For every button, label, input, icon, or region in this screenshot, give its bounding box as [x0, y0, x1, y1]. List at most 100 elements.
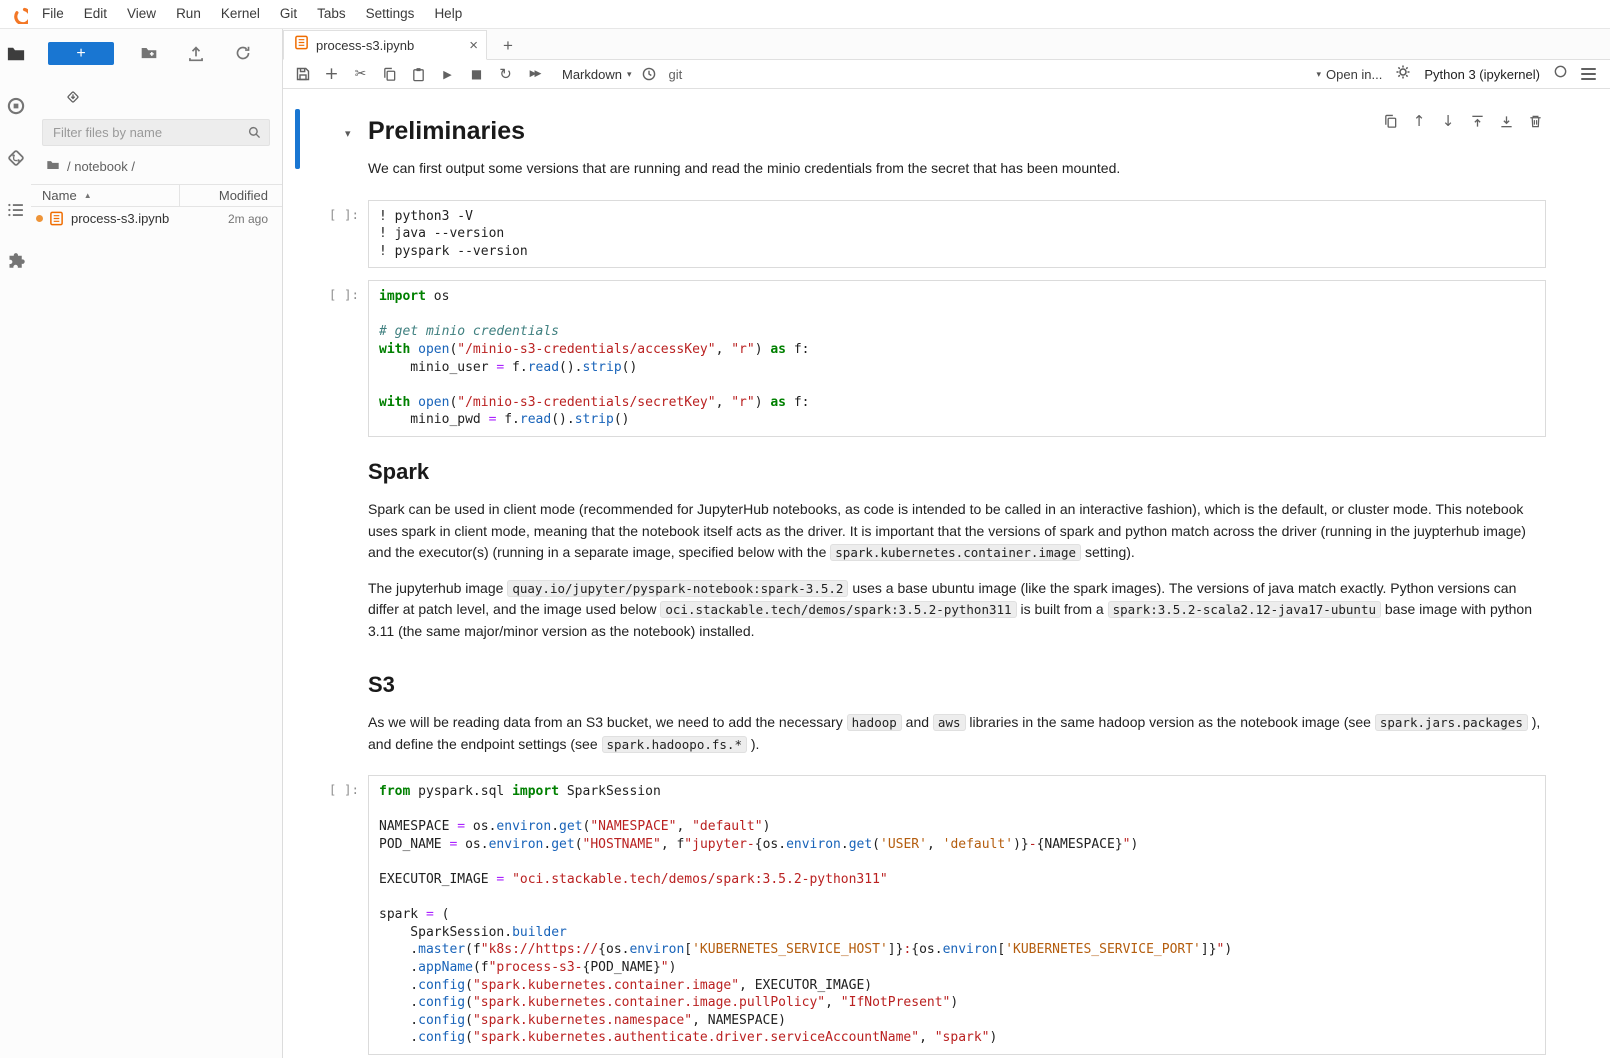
insert-cell-below-icon[interactable] — [1495, 110, 1517, 132]
code-line: .config("spark.kubernetes.authenticate.d… — [379, 1029, 1535, 1047]
duplicate-cell-icon[interactable] — [1379, 110, 1401, 132]
code-line: minio_pwd = f.read().strip() — [379, 411, 1535, 429]
markdown-rendered: SparkSpark can be used in client mode (r… — [368, 449, 1546, 650]
jupyterlab-app: FileEditViewRunKernelGitTabsSettingsHelp… — [0, 0, 1610, 1058]
cell-collapser[interactable] — [295, 109, 300, 169]
code-editor[interactable]: from pyspark.sql import SparkSession NAM… — [368, 775, 1546, 1055]
restart-run-all-icon[interactable]: ▶▶ — [523, 63, 546, 85]
kernel-name[interactable]: Python 3 (ipykernel) — [1424, 67, 1540, 82]
new-tab-button[interactable]: + — [494, 32, 522, 59]
history-clock-icon[interactable] — [638, 63, 661, 85]
collapse-heading-icon[interactable]: ▾ — [345, 127, 351, 140]
code-line: with open("/minio-s3-credentials/accessK… — [379, 341, 1535, 359]
cell-toolbar: ↑ ↓ — [1379, 110, 1546, 132]
git-clone-icon[interactable] — [61, 85, 85, 109]
code-line: .appName(f"process-s3-{POD_NAME}") — [379, 959, 1535, 977]
expand-panel-icon[interactable] — [1581, 68, 1596, 80]
cell-prompt: [ ]: — [283, 207, 359, 222]
column-name[interactable]: Name ▲ — [31, 188, 179, 203]
copy-cells-icon[interactable] — [378, 63, 401, 85]
search-icon — [247, 125, 262, 145]
notebook-cell[interactable]: [ ]: import os # get minio credentialswit… — [283, 274, 1610, 443]
delete-cell-icon[interactable] — [1524, 110, 1546, 132]
file-status-dot — [36, 215, 43, 222]
code-editor[interactable]: import os # get minio credentialswith op… — [368, 280, 1546, 437]
menu-git[interactable]: Git — [270, 0, 307, 28]
toolbar-right-group: ▾ Open in... Python 3 (ipykernel) — [1316, 64, 1596, 85]
restart-kernel-icon[interactable]: ↻ — [494, 63, 517, 85]
table-of-contents-icon[interactable] — [5, 199, 27, 221]
insert-cell-icon[interactable]: + — [320, 63, 343, 85]
file-name: process-s3.ipynb — [71, 211, 228, 226]
upload-icon[interactable] — [184, 41, 208, 65]
move-cell-up-icon[interactable]: ↑ — [1408, 110, 1430, 132]
markdown-heading: S3 — [368, 672, 1546, 698]
move-cell-down-icon[interactable]: ↓ — [1437, 110, 1459, 132]
code-line: spark = ( — [379, 906, 1535, 924]
notebook-toolbar: + ✂ ▶ ■ ↻ ▶▶ Markdown ▾ git ▾ — [283, 60, 1610, 89]
running-sessions-icon[interactable] — [5, 95, 27, 117]
menu-tabs[interactable]: Tabs — [307, 0, 356, 28]
breadcrumb[interactable]: / notebook / — [31, 158, 282, 175]
close-tab-icon[interactable]: × — [469, 38, 478, 53]
file-browser-toolbar-row2 — [31, 85, 282, 101]
menu-edit[interactable]: Edit — [74, 0, 117, 28]
file-browser-tab-icon[interactable] — [5, 43, 27, 65]
paste-cells-icon[interactable] — [407, 63, 430, 85]
column-modified[interactable]: Modified — [179, 185, 282, 206]
code-line: # get minio credentials — [379, 323, 1535, 341]
cut-cells-icon[interactable]: ✂ — [349, 63, 372, 85]
insert-cell-above-icon[interactable] — [1466, 110, 1488, 132]
menu-view[interactable]: View — [117, 0, 166, 28]
refresh-icon[interactable] — [231, 41, 255, 65]
cell-prompt: [ ]: — [283, 287, 359, 302]
tab-process-s3[interactable]: process-s3.ipynb × — [283, 30, 487, 60]
menu-settings[interactable]: Settings — [356, 0, 425, 28]
code-line: .config("spark.kubernetes.namespace", NA… — [379, 1012, 1535, 1030]
notebook-cell[interactable]: SparkSpark can be used in client mode (r… — [283, 443, 1610, 656]
interrupt-kernel-icon[interactable]: ■ — [465, 63, 488, 85]
kernel-status-idle-icon — [1553, 64, 1568, 84]
home-folder-icon[interactable] — [46, 158, 60, 175]
notebook-cells: ▾PreliminariesWe can first output some v… — [283, 101, 1610, 1058]
menu-items: FileEditViewRunKernelGitTabsSettingsHelp — [32, 0, 472, 28]
run-cell-icon[interactable]: ▶ — [436, 63, 459, 85]
code-line — [379, 801, 1535, 819]
notebook-cell[interactable]: [ ]: ! python3 -V! java --version! pyspar… — [283, 194, 1610, 275]
save-icon[interactable] — [291, 63, 314, 85]
cell-prompt: [ ]: — [283, 782, 359, 797]
code-line: EXECUTOR_IMAGE = "oci.stackable.tech/dem… — [379, 871, 1535, 889]
new-launcher-button[interactable]: + — [48, 42, 114, 65]
menu-help[interactable]: Help — [424, 0, 472, 28]
code-line: ! pyspark --version — [379, 243, 1535, 261]
gear-icon[interactable] — [1395, 64, 1411, 85]
git-sidebar-icon[interactable] — [5, 147, 27, 169]
file-row[interactable]: process-s3.ipynb2m ago — [31, 207, 282, 230]
menu-file[interactable]: File — [32, 0, 74, 28]
filter-files-input[interactable] — [42, 119, 270, 146]
inline-code: aws — [933, 714, 966, 731]
tab-label: process-s3.ipynb — [316, 38, 462, 53]
open-in-dropdown[interactable]: ▾ Open in... — [1316, 67, 1382, 82]
file-browser-panel: + / notebook / — [31, 29, 283, 1058]
menu-kernel[interactable]: Kernel — [211, 0, 270, 28]
markdown-paragraph: Spark can be used in client mode (recomm… — [368, 499, 1546, 564]
code-line: ! java --version — [379, 225, 1535, 243]
cell-type-dropdown[interactable]: Markdown ▾ — [562, 67, 632, 82]
inline-code: spark.hadoopo.fs.* — [602, 736, 747, 753]
code-line: NAMESPACE = os.environ.get("NAMESPACE", … — [379, 818, 1535, 836]
inline-code: spark:3.5.2-scala2.12-java17-ubuntu — [1108, 601, 1381, 618]
filter-files — [42, 119, 270, 146]
code-editor[interactable]: ! python3 -V! java --version! pyspark --… — [368, 200, 1546, 269]
notebook-cell[interactable]: S3As we will be reading data from an S3 … — [283, 656, 1610, 769]
file-browser-toolbar: + — [31, 29, 282, 65]
extension-manager-icon[interactable] — [5, 251, 27, 273]
jupyterhub-logo-icon — [8, 4, 28, 24]
inline-code: spark.kubernetes.container.image — [830, 544, 1081, 561]
inline-code: hadoop — [847, 714, 902, 731]
code-line — [379, 853, 1535, 871]
notebook-cell[interactable]: [ ]: from pyspark.sql import SparkSession… — [283, 769, 1610, 1058]
notebook-content: ↑ ↓ ▾PreliminariesWe can first output so… — [283, 89, 1610, 1058]
menu-run[interactable]: Run — [166, 0, 211, 28]
new-folder-icon[interactable] — [137, 41, 161, 65]
